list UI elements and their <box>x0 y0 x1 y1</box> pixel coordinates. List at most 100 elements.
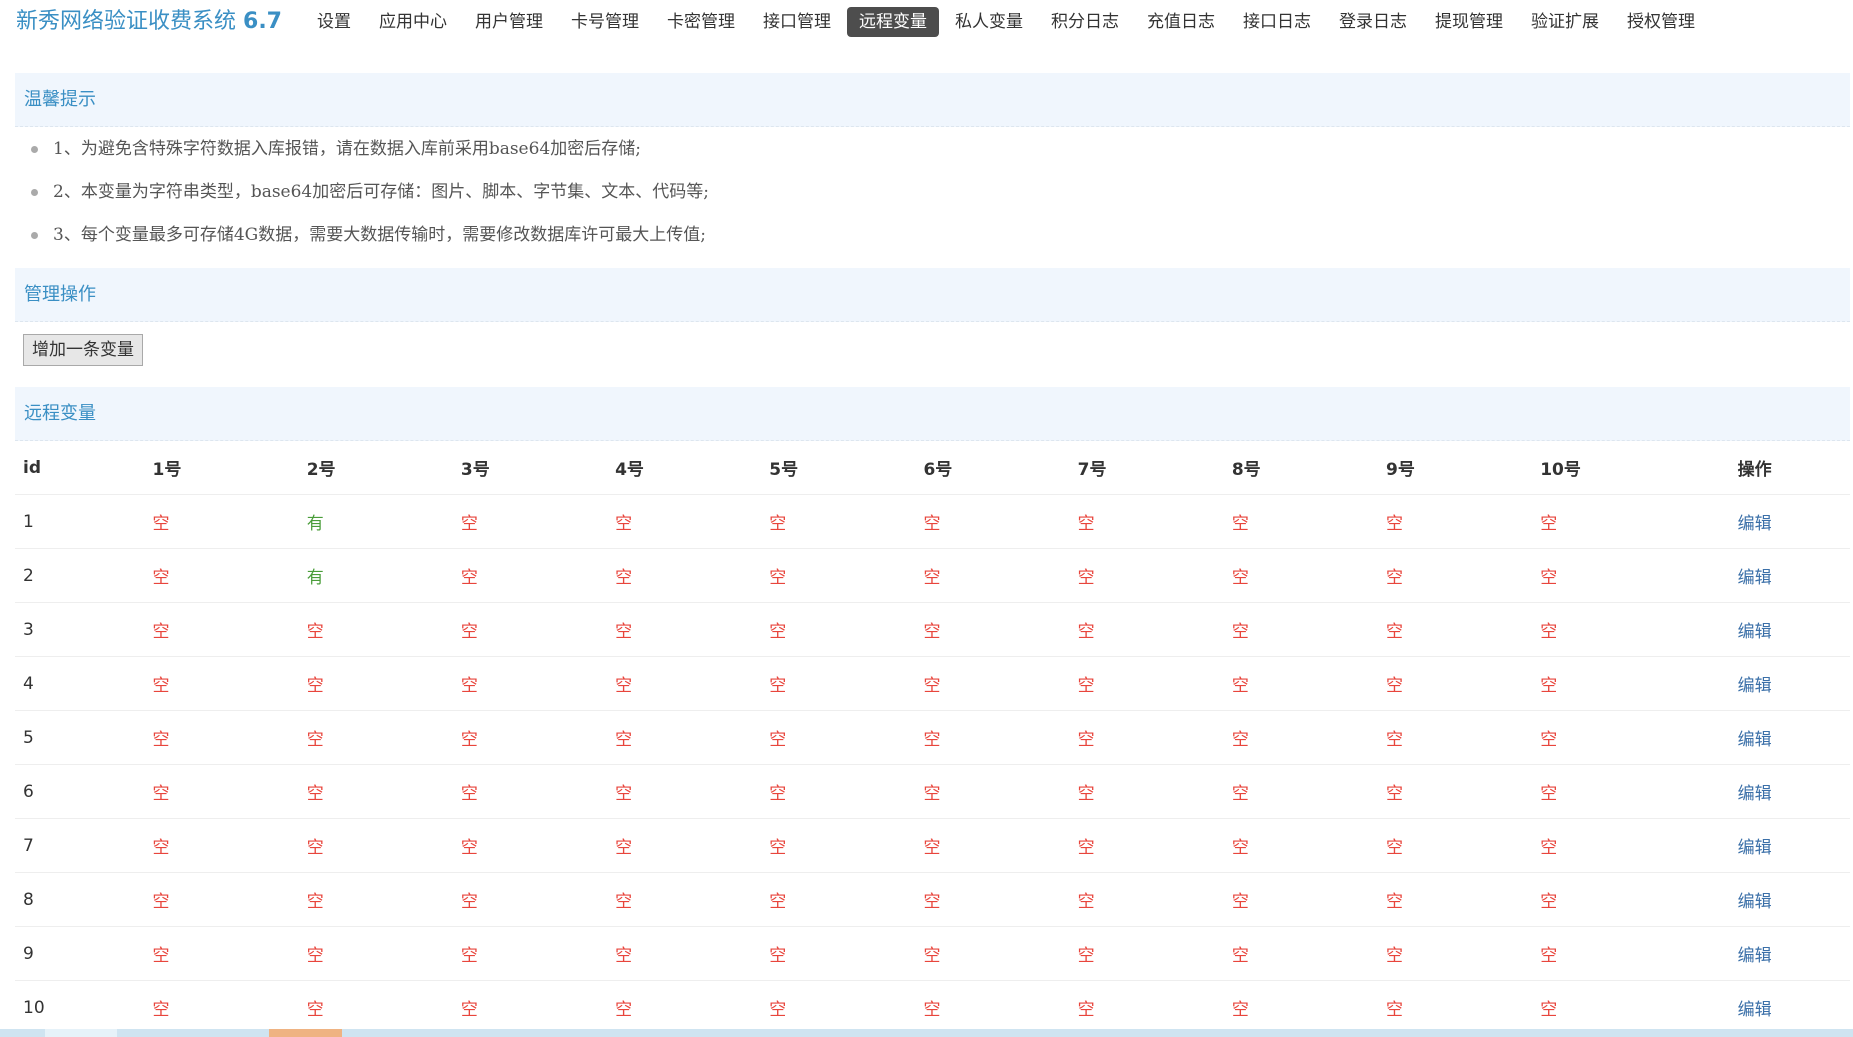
nav-app-center[interactable]: 应用中心 <box>367 7 459 37</box>
row-id: 6 <box>15 764 145 819</box>
variable-slot-status: 空 <box>1378 764 1533 819</box>
horizontal-scrollbar[interactable] <box>0 1029 1853 1037</box>
scrollbar-segment <box>45 1029 117 1037</box>
variable-slot-status: 空 <box>1532 818 1730 873</box>
variable-slot-status: 空 <box>761 980 916 1035</box>
variable-slot-status: 空 <box>761 656 916 711</box>
variable-slot-status: 空 <box>607 494 762 549</box>
row-actions: 编辑 <box>1729 872 1850 927</box>
edit-link[interactable]: 编辑 <box>1738 892 1772 912</box>
edit-link[interactable]: 编辑 <box>1738 946 1772 966</box>
variable-slot-status: 空 <box>452 980 608 1035</box>
variable-slot-status: 空 <box>915 656 1070 711</box>
nav-private-variables[interactable]: 私人变量 <box>943 7 1035 37</box>
variable-slot-status: 空 <box>1223 656 1379 711</box>
row-actions: 编辑 <box>1729 656 1850 711</box>
tips-panel-title: 温馨提示 <box>15 73 1850 127</box>
row-actions: 编辑 <box>1729 980 1850 1035</box>
variable-slot-status: 空 <box>298 602 453 657</box>
variable-slot-status: 空 <box>607 602 762 657</box>
variable-slot-status: 空 <box>915 980 1070 1035</box>
variable-slot-status: 空 <box>1223 710 1379 765</box>
row-id: 10 <box>15 980 145 1035</box>
tip-item: 3、每个变量最多可存储4G数据，需要大数据传输时，需要修改数据库许可最大上传值; <box>15 214 1850 257</box>
variable-slot-status: 空 <box>298 818 453 873</box>
table-row: 1 空有空空空空空空空空编辑 <box>15 494 1850 549</box>
edit-link[interactable]: 编辑 <box>1738 838 1772 858</box>
nav-verify-extension[interactable]: 验证扩展 <box>1519 7 1611 37</box>
nav-license-management[interactable]: 授权管理 <box>1615 7 1707 37</box>
variable-slot-status: 空 <box>1223 602 1379 657</box>
variable-slot-status: 空 <box>452 602 608 657</box>
variable-slot-status: 空 <box>607 818 762 873</box>
brand-name: 新秀网络验证收费系统 <box>16 9 237 34</box>
page: 新秀网络验证收费系统 6.7 设置 应用中心 用户管理 卡号管理 卡密管理 接口管理 远程变… <box>0 0 1853 1037</box>
scrollbar-thumb[interactable] <box>269 1029 342 1037</box>
variable-slot-status: 空 <box>761 872 916 927</box>
variable-slot-status: 空 <box>144 602 299 657</box>
edit-link[interactable]: 编辑 <box>1738 622 1772 642</box>
variable-slot-status: 空 <box>144 548 299 603</box>
nav-login-log[interactable]: 登录日志 <box>1327 7 1419 37</box>
nav-withdraw-management[interactable]: 提现管理 <box>1423 7 1515 37</box>
variable-slot-status: 空 <box>298 980 453 1035</box>
nav-api-management[interactable]: 接口管理 <box>751 7 843 37</box>
table-row: 8 空空空空空空空空空空编辑 <box>15 872 1850 927</box>
variable-slot-status: 空 <box>452 872 608 927</box>
variable-slot-status: 空 <box>607 710 762 765</box>
variable-slot-status: 空 <box>452 710 608 765</box>
variable-slot-status: 空 <box>1223 764 1379 819</box>
variable-slot-status: 空 <box>298 656 453 711</box>
edit-link[interactable]: 编辑 <box>1738 784 1772 804</box>
variable-slot-status: 空 <box>1378 656 1533 711</box>
nav-recharge-log[interactable]: 充值日志 <box>1135 7 1227 37</box>
column-header: 2号 <box>298 441 453 495</box>
nav-card-key-management[interactable]: 卡密管理 <box>655 7 747 37</box>
edit-link[interactable]: 编辑 <box>1738 1000 1772 1020</box>
variable-slot-status: 空 <box>1532 494 1730 549</box>
table-header-row: id 1号 2号 3号 4号 5号 6号 7号 8号 9号 10号 操作 <box>15 441 1850 495</box>
edit-link[interactable]: 编辑 <box>1738 676 1772 696</box>
variable-slot-status: 空 <box>1378 602 1533 657</box>
add-variable-button[interactable]: 增加一条变量 <box>23 334 143 366</box>
column-header: 操作 <box>1729 441 1850 495</box>
variable-slot-status: 空 <box>1069 602 1224 657</box>
edit-link[interactable]: 编辑 <box>1738 568 1772 588</box>
variable-slot-status: 空 <box>915 602 1070 657</box>
variable-slot-status: 空 <box>298 764 453 819</box>
row-id: 8 <box>15 872 145 927</box>
nav-user-management[interactable]: 用户管理 <box>463 7 555 37</box>
nav-points-log[interactable]: 积分日志 <box>1039 7 1131 37</box>
variable-slot-status: 空 <box>761 764 916 819</box>
vars-panel-title: 远程变量 <box>15 387 1850 441</box>
variable-slot-status: 空 <box>1378 710 1533 765</box>
variable-slot-status: 空 <box>1069 980 1224 1035</box>
variable-slot-status: 空 <box>761 926 916 981</box>
column-header: 7号 <box>1069 441 1224 495</box>
edit-link[interactable]: 编辑 <box>1738 730 1772 750</box>
column-header: 8号 <box>1223 441 1379 495</box>
row-actions: 编辑 <box>1729 602 1850 657</box>
variables-table: id 1号 2号 3号 4号 5号 6号 7号 8号 9号 10号 操作 1 空有空空空空空空空空编辑 2… <box>15 441 1850 1035</box>
ops-panel-title: 管理操作 <box>15 268 1850 322</box>
edit-link[interactable]: 编辑 <box>1738 514 1772 534</box>
column-header: 9号 <box>1378 441 1533 495</box>
tip-item: 2、本变量为字符串类型，base64加密后可存储：图片、脚本、字节集、文本、代码… <box>15 171 1850 214</box>
variable-slot-status: 空 <box>144 872 299 927</box>
nav-api-log[interactable]: 接口日志 <box>1231 7 1323 37</box>
nav-remote-variables[interactable]: 远程变量 <box>847 7 939 37</box>
brand-title[interactable]: 新秀网络验证收费系统 6.7 <box>16 8 282 36</box>
tip-item: 1、为避免含特殊字符数据入库报错，请在数据入库前采用base64加密后存储; <box>15 128 1850 171</box>
column-header: 10号 <box>1532 441 1730 495</box>
variable-slot-status: 空 <box>1069 710 1224 765</box>
variable-slot-status: 空 <box>1223 548 1379 603</box>
nav-card-number-management[interactable]: 卡号管理 <box>559 7 651 37</box>
nav-settings[interactable]: 设置 <box>305 7 363 37</box>
table-row: 9 空空空空空空空空空空编辑 <box>15 926 1850 981</box>
variable-slot-status: 空 <box>1378 980 1533 1035</box>
variable-slot-status: 空 <box>915 926 1070 981</box>
variable-slot-status: 空 <box>1223 980 1379 1035</box>
variable-slot-status: 空 <box>298 872 453 927</box>
variable-slot-status: 空 <box>1223 926 1379 981</box>
variable-slot-status: 空 <box>1069 764 1224 819</box>
